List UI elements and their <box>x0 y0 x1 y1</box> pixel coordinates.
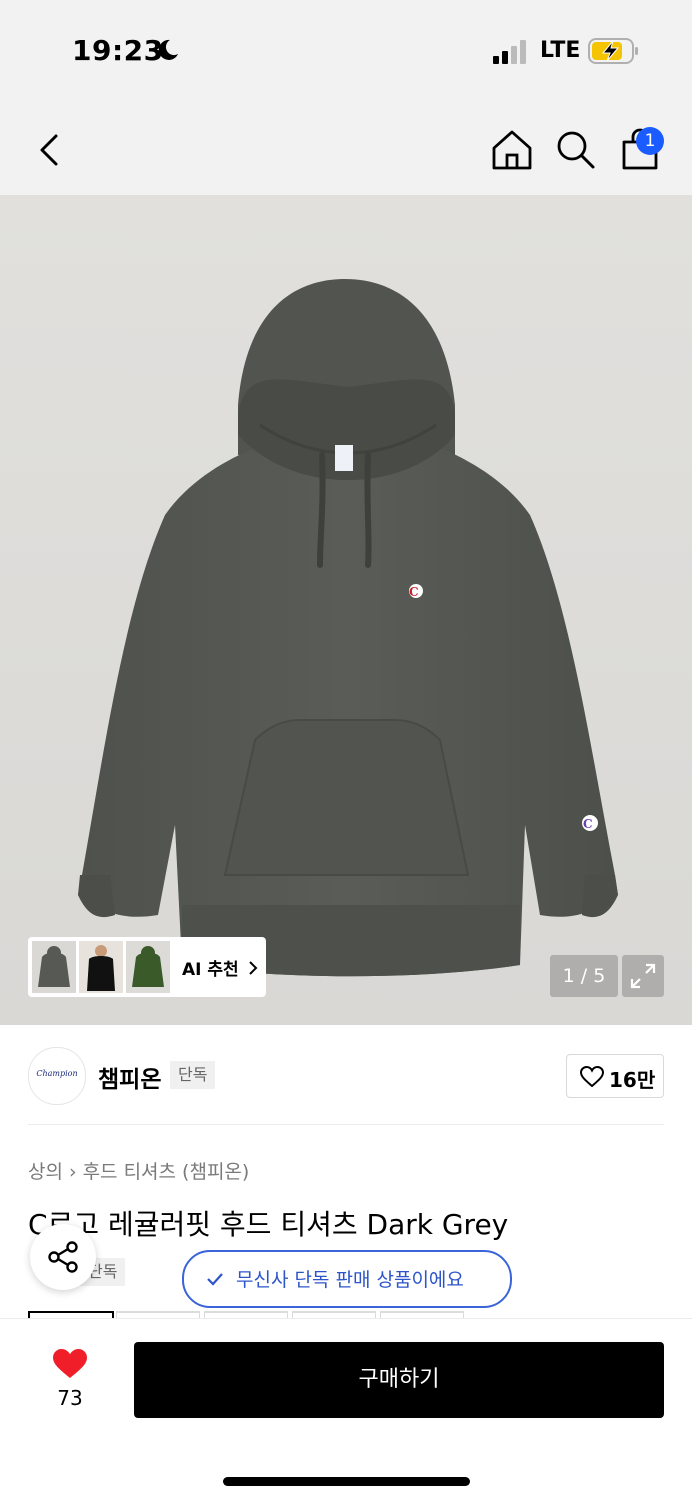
chevron-right-icon <box>249 961 258 975</box>
breadcrumb-item-category[interactable]: 상의 <box>28 1161 63 1183</box>
battery-charging-icon <box>588 38 638 64</box>
breadcrumb-separator: › <box>68 1161 77 1183</box>
back-arrow-icon[interactable] <box>34 130 66 170</box>
brand-name[interactable]: 챔피온 <box>98 1060 161 1094</box>
status-time: 19:23 <box>72 34 164 67</box>
image-pager: 1 / 5 <box>550 955 618 997</box>
thumbnail-black-hoodie[interactable] <box>79 941 123 993</box>
cart-count-badge: 1 <box>636 127 664 155</box>
buy-button[interactable]: 구매하기 <box>134 1342 664 1418</box>
divider <box>28 1124 664 1125</box>
heart-filled-icon[interactable] <box>52 1348 88 1380</box>
product-title: C로고 레귤러핏 후드 티셔츠 Dark Grey <box>28 1208 509 1241</box>
exclusive-toast: 무신사 단독 판매 상품이에요 <box>182 1250 512 1308</box>
network-type: LTE <box>540 38 581 63</box>
product-image: C C <box>78 279 618 977</box>
breadcrumb: 상의 › 후드 티셔츠 (챔피온) <box>28 1157 249 1184</box>
toast-message: 무신사 단독 판매 상품이에요 <box>236 1269 464 1291</box>
top-nav <box>0 100 692 195</box>
brand-logo-text: Champion <box>36 1069 78 1078</box>
svg-text:C: C <box>583 817 593 831</box>
brand-like-button[interactable]: 16만 <box>566 1054 664 1098</box>
heart-outline-icon <box>580 1066 604 1087</box>
product-image-gallery[interactable]: C C AI 추천 1 / 5 <box>0 195 692 1025</box>
ai-recommend-banner[interactable]: AI 추천 <box>28 937 266 997</box>
breadcrumb-item-subcategory[interactable]: 후드 티셔츠 (챔피온) <box>83 1161 250 1183</box>
wish-count: 73 <box>57 1386 83 1410</box>
share-button[interactable] <box>30 1224 96 1290</box>
thumbnail-green-hoodie[interactable] <box>126 941 170 993</box>
svg-text:C: C <box>409 585 419 599</box>
check-icon <box>207 1273 223 1286</box>
status-bar: 19:23 LTE <box>0 0 692 100</box>
expand-icon[interactable] <box>622 955 664 997</box>
share-icon <box>48 1241 78 1273</box>
home-icon[interactable] <box>490 128 534 172</box>
search-icon[interactable] <box>554 128 596 170</box>
thumbnail-dark-grey-hoodie[interactable] <box>32 941 76 993</box>
signal-icon <box>493 40 526 64</box>
home-indicator <box>223 1477 470 1486</box>
brand-like-count: 16만 <box>609 1068 656 1092</box>
moon-icon <box>158 39 178 60</box>
exclusive-tag: 단독 <box>170 1061 216 1089</box>
brand-logo[interactable]: Champion <box>28 1047 86 1105</box>
ai-recommend-label: AI 추천 <box>182 960 239 980</box>
